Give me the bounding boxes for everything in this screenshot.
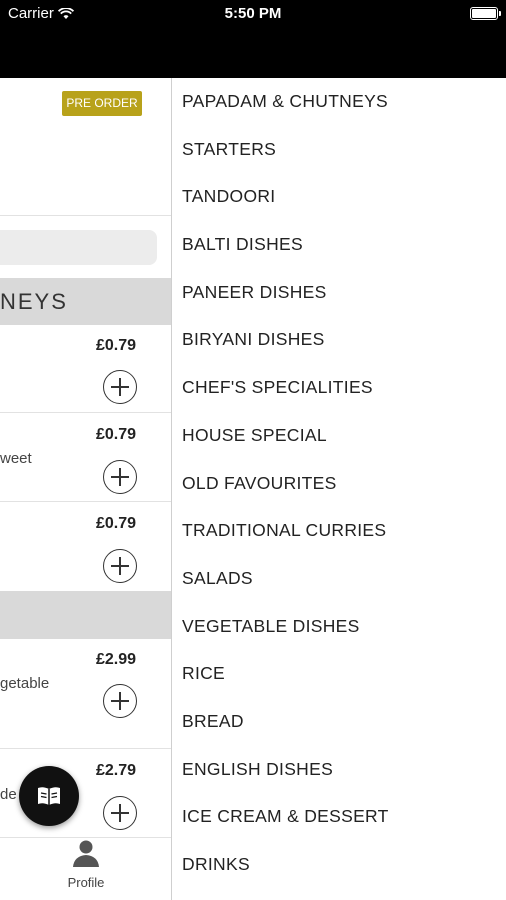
item-price: £2.79 bbox=[96, 762, 137, 779]
item-description: de bbox=[0, 786, 17, 803]
add-item-button[interactable] bbox=[103, 460, 137, 494]
category-item[interactable]: STARTERS bbox=[172, 126, 506, 174]
person-icon bbox=[73, 840, 99, 867]
add-item-button[interactable] bbox=[103, 549, 137, 583]
category-item[interactable]: PAPADAM & CHUTNEYS bbox=[172, 78, 506, 126]
category-header bbox=[0, 591, 171, 639]
clock: 5:50 PM bbox=[224, 5, 282, 22]
add-item-button[interactable] bbox=[103, 796, 137, 830]
item-price: £0.79 bbox=[96, 337, 137, 354]
category-item[interactable]: BALTI DISHES bbox=[172, 221, 506, 269]
category-item[interactable]: HOUSE SPECIAL bbox=[172, 412, 506, 460]
category-item[interactable]: VEGETABLE DISHES bbox=[172, 603, 506, 651]
divider bbox=[0, 215, 171, 216]
category-list: PAPADAM & CHUTNEYS STARTERS TANDOORI BAL… bbox=[172, 78, 506, 889]
preorder-badge[interactable]: PRE ORDER bbox=[62, 91, 142, 116]
item-description: weet bbox=[0, 450, 32, 467]
category-item[interactable]: SALADS bbox=[172, 555, 506, 603]
category-item[interactable]: RICE bbox=[172, 650, 506, 698]
item-price: £2.99 bbox=[96, 651, 137, 668]
category-header: NEYS bbox=[0, 278, 171, 325]
tab-profile-label: Profile bbox=[67, 875, 105, 890]
add-item-button[interactable] bbox=[103, 370, 137, 404]
category-item[interactable]: TRADITIONAL CURRIES bbox=[172, 507, 506, 555]
tab-profile[interactable]: Profile bbox=[50, 838, 122, 898]
category-item[interactable]: BREAD bbox=[172, 698, 506, 746]
category-drawer: PAPADAM & CHUTNEYS STARTERS TANDOORI BAL… bbox=[171, 78, 506, 900]
category-item[interactable]: TANDOORI bbox=[172, 173, 506, 221]
status-bar: Carrier 5:50 PM bbox=[0, 0, 506, 78]
category-item[interactable]: ICE CREAM & DESSERT bbox=[172, 793, 506, 841]
item-description: getable bbox=[0, 675, 50, 692]
menu-fab-button[interactable] bbox=[19, 766, 79, 826]
category-item[interactable]: CHEF'S SPECIALITIES bbox=[172, 364, 506, 412]
category-item[interactable]: OLD FAVOURITES bbox=[172, 460, 506, 508]
add-item-button[interactable] bbox=[103, 684, 137, 718]
menu-book-icon bbox=[38, 787, 60, 805]
category-item[interactable]: BIRYANI DISHES bbox=[172, 316, 506, 364]
menu-panel: PRE ORDER NEYS £0.79 £0.79 weet £0.79 £2… bbox=[0, 78, 171, 900]
item-price: £0.79 bbox=[96, 515, 137, 532]
divider bbox=[0, 748, 171, 749]
category-item[interactable]: ENGLISH DISHES bbox=[172, 746, 506, 794]
search-input[interactable] bbox=[0, 230, 157, 265]
battery-icon bbox=[470, 7, 501, 20]
category-item[interactable]: DRINKS bbox=[172, 841, 506, 889]
divider bbox=[0, 412, 171, 413]
item-price: £0.79 bbox=[96, 426, 137, 443]
divider bbox=[0, 501, 171, 502]
category-item[interactable]: PANEER DISHES bbox=[172, 269, 506, 317]
